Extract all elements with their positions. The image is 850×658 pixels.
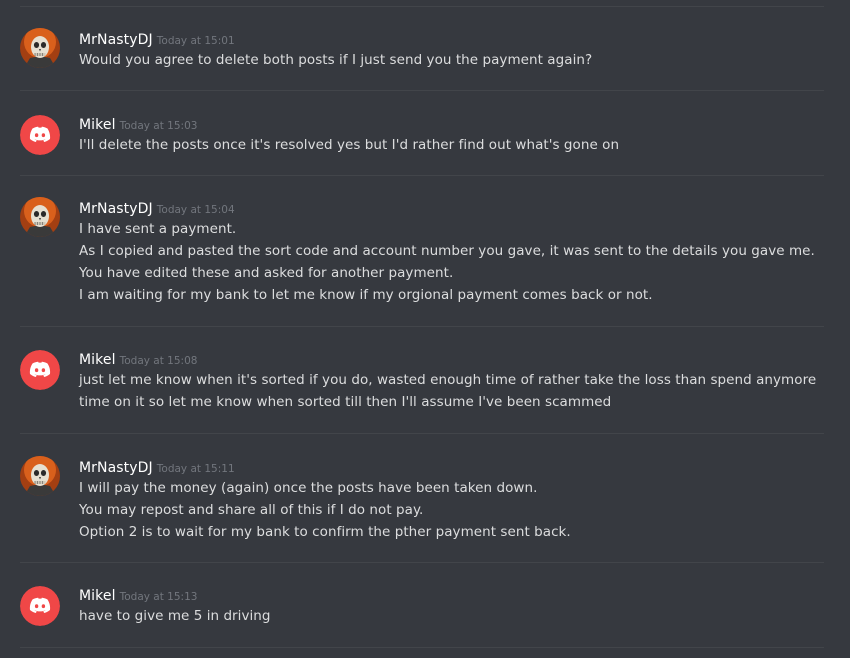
discord-default-avatar[interactable]: [20, 586, 60, 626]
message-line: have to give me 5 in driving: [79, 608, 271, 624]
message-line: I have sent a payment.: [79, 221, 237, 237]
message-line: I'll delete the posts once it's resolved…: [79, 137, 620, 153]
message-divider: [20, 647, 824, 648]
message-line: just let me know when it's sorted if you…: [79, 372, 817, 388]
author-name[interactable]: MrNastyDJ: [79, 201, 153, 217]
message-line: Option 2 is to wait for my bank to confi…: [79, 524, 571, 540]
message-divider: [20, 6, 824, 7]
message-timestamp: Today at 15:08: [119, 355, 198, 367]
message-divider: [20, 175, 824, 176]
author-name[interactable]: MrNastyDJ: [79, 460, 153, 476]
skull-avatar[interactable]: [20, 28, 60, 68]
message-content: Would you agree to delete both posts if …: [79, 49, 819, 71]
skull-avatar[interactable]: [20, 456, 60, 496]
message-header: Mikel Today at 15:03: [79, 115, 197, 133]
author-name[interactable]: Mikel: [79, 588, 116, 604]
message-header: Mikel Today at 15:13: [79, 586, 197, 604]
message-content: I'll delete the posts once it's resolved…: [79, 134, 819, 156]
message-header: MrNastyDJ Today at 15:01: [79, 30, 235, 48]
message-divider: [20, 90, 824, 91]
message-header: MrNastyDJ Today at 15:04: [79, 199, 235, 217]
message-line: I will pay the money (again) once the po…: [79, 480, 538, 496]
message-line: Would you agree to delete both posts if …: [79, 52, 593, 68]
author-name[interactable]: Mikel: [79, 117, 116, 133]
message-line: As I copied and pasted the sort code and…: [79, 243, 815, 259]
message-line: I am waiting for my bank to let me know …: [79, 287, 653, 303]
discord-default-avatar[interactable]: [20, 115, 60, 155]
chat-messages: MrNastyDJ Today at 15:01 Would you agree …: [0, 0, 850, 658]
message-content: I have sent a payment. As I copied and p…: [79, 218, 819, 306]
author-name[interactable]: Mikel: [79, 352, 116, 368]
message-content: just let me know when it's sorted if you…: [79, 369, 819, 413]
message-content: have to give me 5 in driving: [79, 605, 819, 627]
skull-avatar[interactable]: [20, 197, 60, 237]
message-line: time on it so let me know when sorted ti…: [79, 394, 612, 410]
message-header: MrNastyDJ Today at 15:11: [79, 458, 235, 476]
message-timestamp: Today at 15:01: [156, 35, 235, 47]
message-divider: [20, 433, 824, 434]
message-header: Mikel Today at 15:08: [79, 350, 197, 368]
discord-default-avatar[interactable]: [20, 350, 60, 390]
message-timestamp: Today at 15:11: [156, 463, 235, 475]
message-timestamp: Today at 15:13: [119, 591, 198, 603]
message-line: You may repost and share all of this if …: [79, 502, 424, 518]
message-content: I will pay the money (again) once the po…: [79, 477, 819, 543]
message-timestamp: Today at 15:03: [119, 120, 198, 132]
message-timestamp: Today at 15:04: [156, 204, 235, 216]
message-line: You have edited these and asked for anot…: [79, 265, 454, 281]
message-divider: [20, 326, 824, 327]
author-name[interactable]: MrNastyDJ: [79, 32, 153, 48]
message-divider: [20, 562, 824, 563]
